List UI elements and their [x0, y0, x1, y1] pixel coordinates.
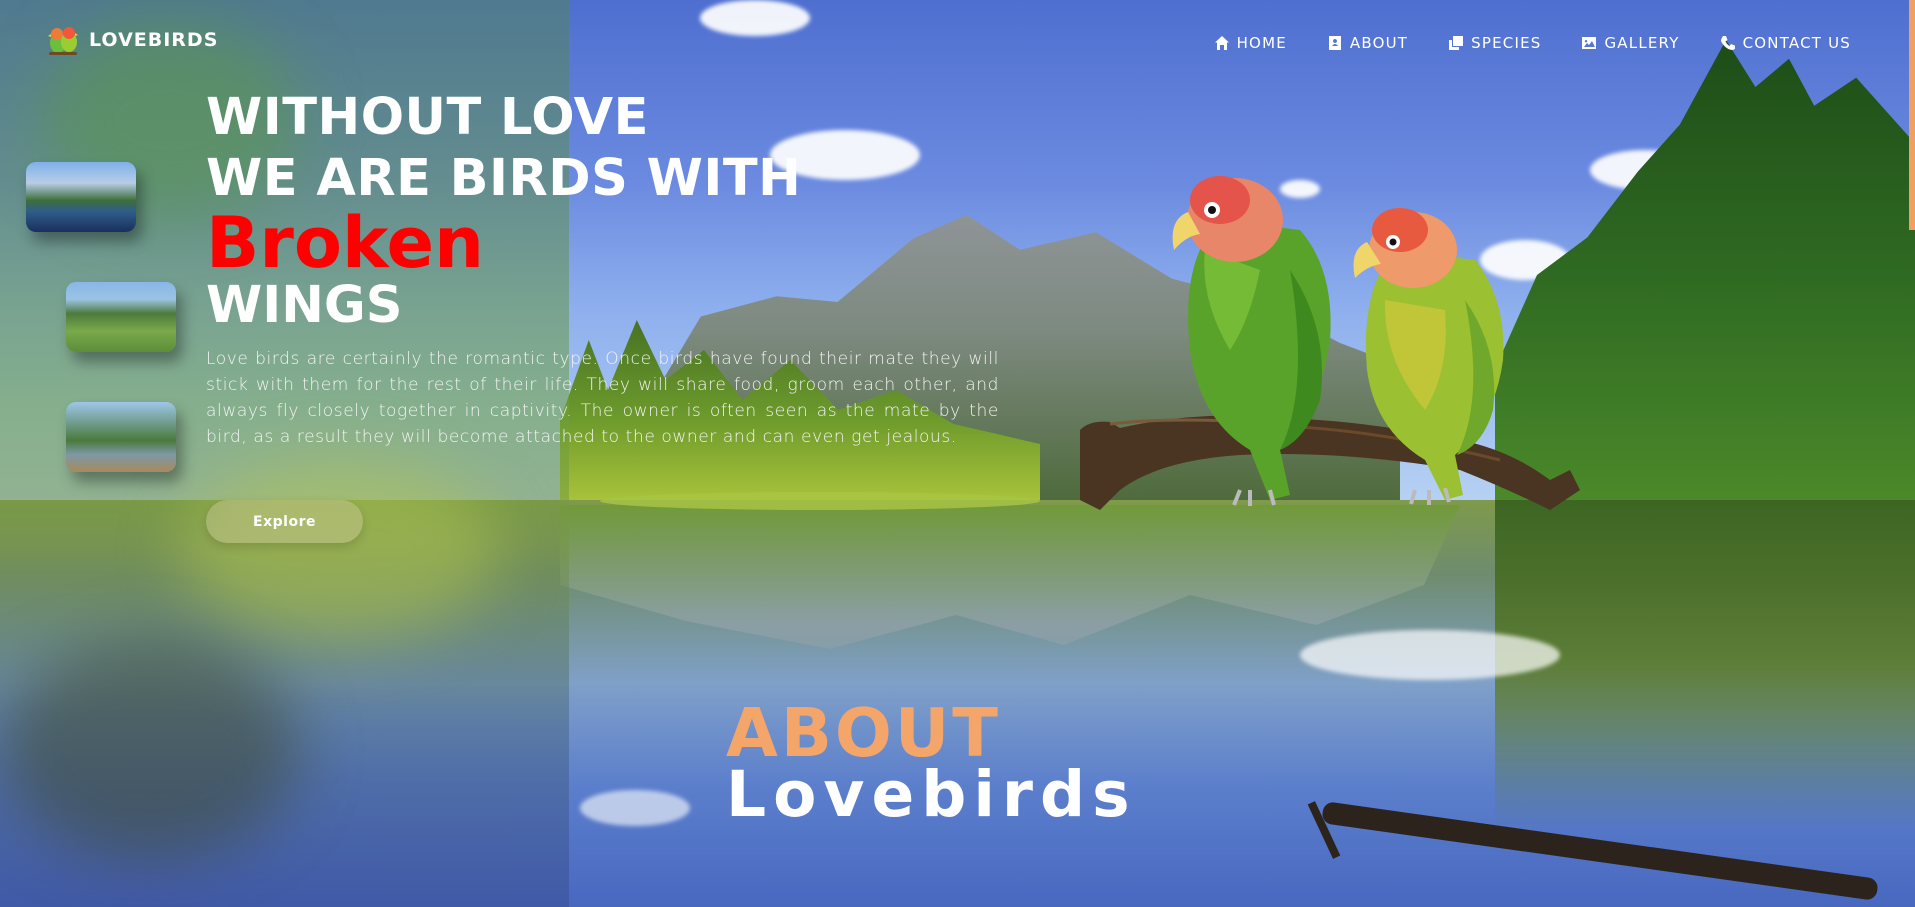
copy-icon — [1449, 36, 1464, 50]
brand-name: LOVEBIRDS — [89, 29, 219, 51]
hero-line-3: WINGS — [206, 276, 403, 335]
blur-blob — [0, 640, 300, 860]
brand-logo[interactable]: LOVEBIRDS — [45, 22, 218, 58]
hero-description: Love birds are certainly the romantic ty… — [206, 349, 999, 447]
cloud-reflection — [1300, 630, 1560, 680]
nav-about[interactable]: ABOUT — [1327, 34, 1408, 52]
lovebird-logo-icon — [45, 22, 81, 58]
about-title: ABOUT — [726, 694, 1001, 772]
meadow-thumbnail[interactable] — [66, 282, 176, 352]
river-thumbnail[interactable] — [66, 402, 176, 472]
main-nav: HOME ABOUT SPECIES GALLERY CONTACT US — [1214, 34, 1851, 52]
nav-species[interactable]: SPECIES — [1448, 34, 1541, 52]
cloud — [700, 0, 810, 36]
image-icon — [1582, 37, 1597, 49]
contact-card-icon — [1328, 36, 1341, 50]
hero-line-2: WE ARE BIRDS WITH — [206, 149, 802, 208]
nav-gallery-label: GALLERY — [1604, 34, 1680, 52]
lovebird-left — [1172, 176, 1331, 506]
home-icon — [1214, 36, 1229, 50]
lake-reflection-right — [1495, 500, 1915, 830]
nav-home[interactable]: HOME — [1214, 34, 1287, 52]
nav-species-label: SPECIES — [1471, 34, 1542, 52]
cloud-reflection — [580, 790, 690, 826]
phone-icon — [1720, 36, 1735, 50]
shoreline — [600, 492, 1040, 510]
lake-mountain-thumbnail[interactable] — [26, 162, 136, 232]
nav-contact-label: CONTACT US — [1742, 34, 1851, 52]
about-heading: ABOUT Lovebirds — [726, 694, 1137, 831]
about-subtitle: Lovebirds — [726, 758, 1137, 831]
nav-contact[interactable]: CONTACT US — [1720, 34, 1851, 52]
hero-line-1: WITHOUT LOVE — [206, 88, 649, 147]
nav-home-label: HOME — [1236, 34, 1287, 52]
blur-blob — [180, 460, 500, 640]
nav-about-label: ABOUT — [1349, 34, 1409, 52]
hero-highlight: Broken — [206, 202, 484, 284]
nav-gallery[interactable]: GALLERY — [1581, 34, 1679, 52]
lovebird-right — [1353, 208, 1504, 505]
scroll-indicator[interactable] — [1909, 0, 1915, 230]
explore-button[interactable]: Explore — [206, 500, 363, 543]
hero-headline: WITHOUT LOVE WE ARE BIRDS WITH Broken WI… — [206, 92, 801, 331]
